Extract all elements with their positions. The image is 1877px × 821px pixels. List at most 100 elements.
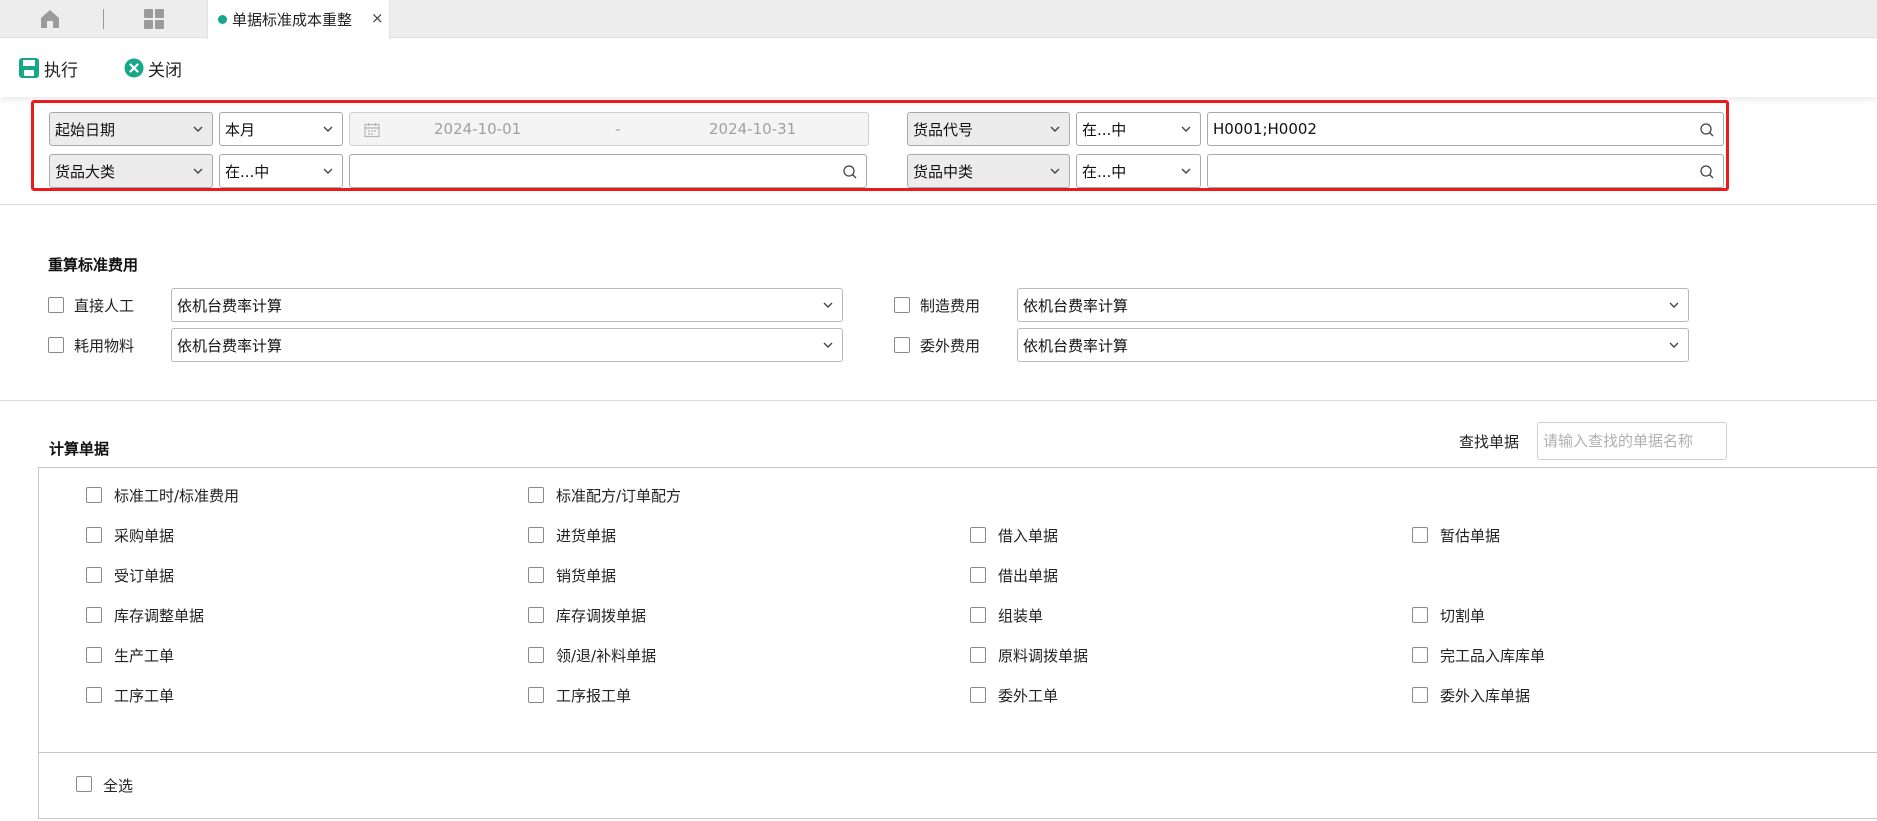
operator-select-3[interactable]: 在...中 bbox=[219, 154, 343, 188]
tab-title: 单据标准成本重整 bbox=[232, 11, 353, 29]
tab-document-cost-reset[interactable]: 单据标准成本重整 × bbox=[207, 0, 390, 39]
doc-checkbox[interactable] bbox=[528, 567, 544, 583]
filter-field-label: 货品大类 bbox=[55, 162, 116, 181]
doc-checkbox[interactable] bbox=[86, 527, 102, 543]
doc-checkbox[interactable] bbox=[1412, 687, 1428, 703]
item-code-input[interactable]: H0001;H0002 bbox=[1207, 112, 1724, 146]
manufacturing-cost-label: 制造费用 bbox=[920, 297, 981, 315]
chevron-down-icon bbox=[1050, 168, 1060, 174]
select-value: 依机台费率计算 bbox=[1023, 296, 1129, 315]
consumables-select[interactable]: 依机台费率计算 bbox=[171, 328, 843, 362]
filter-field-select-2[interactable]: 货品代号 bbox=[907, 112, 1070, 146]
doc-checkbox[interactable] bbox=[970, 567, 986, 583]
tab-close-icon[interactable]: × bbox=[371, 9, 384, 27]
subcategory-input[interactable] bbox=[1207, 154, 1724, 188]
period-value: 本月 bbox=[225, 120, 256, 139]
date-range-field[interactable]: 2024-10-01 - 2024-10-31 bbox=[349, 112, 869, 146]
search-icon[interactable] bbox=[1699, 122, 1715, 138]
execute-label: 执行 bbox=[44, 60, 78, 81]
doc-checkbox[interactable] bbox=[86, 607, 102, 623]
select-all-label: 全选 bbox=[103, 777, 134, 795]
select-value: 依机台费率计算 bbox=[177, 336, 283, 355]
manufacturing-cost-select[interactable]: 依机台费率计算 bbox=[1017, 288, 1689, 322]
doc-checkbox-label: 库存调拨单据 bbox=[556, 607, 647, 625]
filter-field-select-1[interactable]: 起始日期 bbox=[49, 112, 213, 146]
doc-checkbox[interactable] bbox=[1412, 607, 1428, 623]
category-input[interactable] bbox=[349, 154, 867, 188]
checkbox-direct-labor[interactable] bbox=[48, 297, 64, 313]
chevron-down-icon bbox=[193, 126, 203, 132]
search-icon[interactable] bbox=[1699, 164, 1715, 180]
apps-grid-icon[interactable] bbox=[142, 8, 166, 30]
checkbox-consumables[interactable] bbox=[48, 337, 64, 353]
section-divider bbox=[0, 400, 1877, 401]
find-doc-input[interactable] bbox=[1537, 422, 1727, 460]
checkbox-outsourcing-cost[interactable] bbox=[894, 337, 910, 353]
doc-checkbox-label: 委外工单 bbox=[998, 687, 1059, 705]
doc-checkbox-label: 标准配方/订单配方 bbox=[556, 487, 682, 505]
doc-checkbox[interactable] bbox=[1412, 527, 1428, 543]
operator-value: 在...中 bbox=[1082, 120, 1127, 139]
doc-checkbox[interactable] bbox=[86, 687, 102, 703]
section-divider bbox=[0, 204, 1877, 205]
doc-checkbox[interactable] bbox=[528, 687, 544, 703]
date-to[interactable]: 2024-10-31 bbox=[709, 120, 796, 138]
outsourcing-cost-select[interactable]: 依机台费率计算 bbox=[1017, 328, 1689, 362]
doc-checkbox-label: 组装单 bbox=[998, 607, 1044, 625]
outsourcing-cost-label: 委外费用 bbox=[920, 337, 981, 355]
doc-checkbox[interactable] bbox=[1412, 647, 1428, 663]
period-select[interactable]: 本月 bbox=[219, 112, 343, 146]
doc-checkbox[interactable] bbox=[528, 487, 544, 503]
tab-status-dot bbox=[218, 15, 227, 24]
doc-checkbox-label: 进货单据 bbox=[556, 527, 617, 545]
doc-checkbox[interactable] bbox=[86, 647, 102, 663]
doc-checkbox-label: 借出单据 bbox=[998, 567, 1059, 585]
doc-checkbox[interactable] bbox=[970, 687, 986, 703]
doc-checkbox[interactable] bbox=[528, 527, 544, 543]
item-code-value: H0001;H0002 bbox=[1213, 120, 1317, 138]
doc-checkbox[interactable] bbox=[970, 527, 986, 543]
checkbox-manufacturing-cost[interactable] bbox=[894, 297, 910, 313]
doc-checkbox[interactable] bbox=[528, 647, 544, 663]
doc-checkbox-label: 切割单 bbox=[1440, 607, 1486, 625]
doc-checkbox[interactable] bbox=[86, 487, 102, 503]
doc-checkbox-label: 原料调拨单据 bbox=[998, 647, 1089, 665]
checkbox-select-all[interactable] bbox=[76, 776, 92, 792]
home-icon[interactable] bbox=[38, 8, 62, 30]
select-value: 依机台费率计算 bbox=[177, 296, 283, 315]
chevron-down-icon bbox=[823, 342, 833, 348]
operator-value: 在...中 bbox=[1082, 162, 1127, 181]
operator-select-2[interactable]: 在...中 bbox=[1076, 112, 1201, 146]
chevron-down-icon bbox=[323, 126, 333, 132]
tab-bar: 单据标准成本重整 × bbox=[0, 0, 1877, 39]
doc-list-divider bbox=[39, 752, 1877, 753]
doc-checkbox-label: 领/退/补料单据 bbox=[556, 647, 657, 665]
doc-checkbox-label: 工序报工单 bbox=[556, 687, 632, 705]
direct-labor-label: 直接人工 bbox=[74, 297, 135, 315]
chevron-down-icon bbox=[1669, 342, 1679, 348]
chevron-down-icon bbox=[193, 168, 203, 174]
select-value: 依机台费率计算 bbox=[1023, 336, 1129, 355]
doc-checkbox-label: 采购单据 bbox=[114, 527, 175, 545]
date-separator: - bbox=[615, 120, 621, 138]
search-icon[interactable] bbox=[842, 164, 858, 180]
chevron-down-icon bbox=[1181, 168, 1191, 174]
direct-labor-select[interactable]: 依机台费率计算 bbox=[171, 288, 843, 322]
close-button[interactable]: 关闭 bbox=[124, 55, 182, 81]
doc-checkbox[interactable] bbox=[970, 647, 986, 663]
doc-checkbox[interactable] bbox=[528, 607, 544, 623]
chevron-down-icon bbox=[1669, 302, 1679, 308]
doc-checkbox[interactable] bbox=[86, 567, 102, 583]
doc-checkbox[interactable] bbox=[970, 607, 986, 623]
operator-select-4[interactable]: 在...中 bbox=[1076, 154, 1201, 188]
toolbar: 执行 关闭 bbox=[0, 39, 1877, 97]
execute-button[interactable]: 执行 bbox=[18, 55, 78, 81]
filter-field-label: 起始日期 bbox=[55, 120, 116, 139]
operator-value: 在...中 bbox=[225, 162, 270, 181]
chevron-down-icon bbox=[823, 302, 833, 308]
date-from[interactable]: 2024-10-01 bbox=[434, 120, 521, 138]
filter-field-select-4[interactable]: 货品中类 bbox=[907, 154, 1070, 188]
doc-checkbox-label: 工序工单 bbox=[114, 687, 175, 705]
recalc-section-title: 重算标准费用 bbox=[48, 256, 139, 274]
filter-field-select-3[interactable]: 货品大类 bbox=[49, 154, 213, 188]
